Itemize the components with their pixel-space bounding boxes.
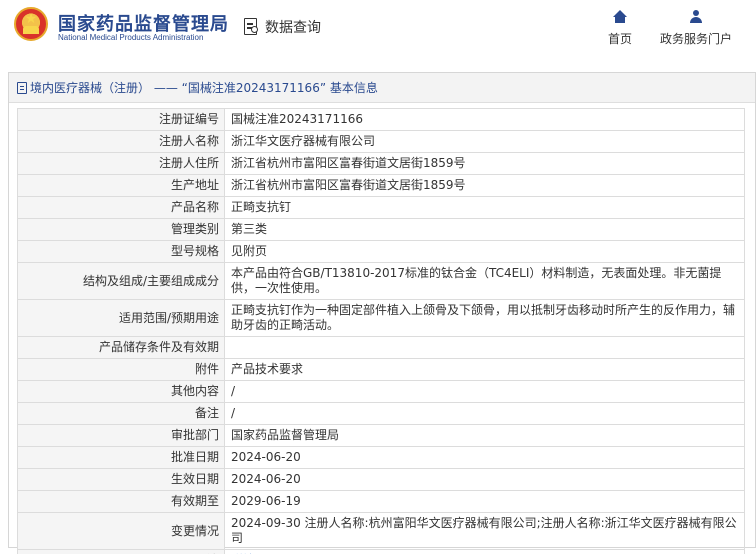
field-value: 正畸支抗钉 xyxy=(224,196,745,219)
field-label-note: 注 xyxy=(17,549,225,554)
field-label: 附件 xyxy=(17,358,225,381)
field-value: 浙江省杭州市富阳区富春街道文居街1859号 xyxy=(224,174,745,197)
field-label: 有效期至 xyxy=(17,490,225,513)
table-row-note: 注详情 xyxy=(17,549,745,554)
table-row: 附件 产品技术要求 xyxy=(17,358,745,381)
data-query-link[interactable]: 数据查询 xyxy=(244,17,321,37)
field-value: 浙江华文医疗器械有限公司 xyxy=(224,130,745,153)
field-label: 其他内容 xyxy=(17,380,225,403)
national-emblem-logo: ★ xyxy=(14,7,48,41)
nav-service-portal-label: 政务服务门户 xyxy=(659,32,732,46)
field-label: 产品储存条件及有效期 xyxy=(17,336,225,359)
nav-service-portal[interactable]: 政务服务门户 xyxy=(658,10,734,47)
field-label: 审批部门 xyxy=(17,424,225,447)
table-row: 备注 / xyxy=(17,402,745,425)
field-label: 备注 xyxy=(17,402,225,425)
field-value: 国家药品监督管理局 xyxy=(224,424,745,447)
field-label: 注册人住所 xyxy=(17,152,225,175)
document-search-icon xyxy=(244,18,261,36)
site-header: ★ 国家药品监督管理局 National Medical Products Ad… xyxy=(0,0,756,60)
table-row: 其他内容 / xyxy=(17,380,745,403)
field-label: 生效日期 xyxy=(17,468,225,491)
field-label: 注册人名称 xyxy=(17,130,225,153)
table-row: 批准日期 2024-06-20 xyxy=(17,446,745,469)
field-label: 型号规格 xyxy=(17,240,225,263)
detail-panel: 境内医疗器械（注册） —— “国械注准20243171166” 基本信息 注册证… xyxy=(8,72,756,554)
field-value: 2029-06-19 xyxy=(224,490,745,513)
field-value: 2024-06-20 xyxy=(224,468,745,491)
table-row: 管理类别 第三类 xyxy=(17,218,745,241)
user-icon xyxy=(689,10,703,24)
field-value: 第三类 xyxy=(224,218,745,241)
field-value: 见附页 xyxy=(224,240,745,263)
field-label: 生产地址 xyxy=(17,174,225,197)
table-row: 结构及组成/主要组成成分 本产品由符合GB/T13810-2017标准的钛合金（T… xyxy=(17,262,745,300)
field-value: 2024-09-30 注册人名称:杭州富阳华文医疗器械有限公司;注册人名称:浙江… xyxy=(224,512,745,550)
table-row: 注册人名称 浙江华文医疗器械有限公司 xyxy=(17,130,745,153)
table-row: 型号规格 见附页 xyxy=(17,240,745,263)
nav-home[interactable]: 首页 xyxy=(604,10,636,47)
field-value: 浙江省杭州市富阳区富春街道文居街1859号 xyxy=(224,152,745,175)
info-table: 注册证编号 国械注准20243171166 注册人名称 浙江华文医疗器械有限公司 注册人… xyxy=(17,108,745,554)
field-label: 结构及组成/主要组成成分 xyxy=(17,262,225,300)
nav-home-label: 首页 xyxy=(607,32,632,46)
field-value: 正畸支抗钉作为一种固定部件植入上颌骨及下颌骨，用以抵制牙齿移动时所产生的反作用力… xyxy=(224,299,745,337)
table-row: 审批部门 国家药品监督管理局 xyxy=(17,424,745,447)
field-label: 产品名称 xyxy=(17,196,225,219)
data-query-label: 数据查询 xyxy=(265,20,321,36)
table-row: 生产地址 浙江省杭州市富阳区富春街道文居街1859号 xyxy=(17,174,745,197)
field-label: 管理类别 xyxy=(17,218,225,241)
table-row: 产品储存条件及有效期 xyxy=(17,336,745,359)
field-value-note: 详情 xyxy=(224,549,745,554)
field-label: 适用范围/预期用途 xyxy=(17,299,225,337)
field-label: 批准日期 xyxy=(17,446,225,469)
table-row: 有效期至 2029-06-19 xyxy=(17,490,745,513)
field-value: 本产品由符合GB/T13810-2017标准的钛合金（TC4ELI）材料制造，无… xyxy=(224,262,745,300)
field-label: 变更情况 xyxy=(17,512,225,550)
field-value: / xyxy=(224,402,745,425)
table-row: 注册人住所 浙江省杭州市富阳区富春街道文居街1859号 xyxy=(17,152,745,175)
site-subtitle: National Medical Products Administration xyxy=(58,33,204,42)
table-row: 注册证编号 国械注准20243171166 xyxy=(17,108,745,131)
field-value xyxy=(224,336,745,359)
table-row: 适用范围/预期用途 正畸支抗钉作为一种固定部件植入上颌骨及下颌骨，用以抵制牙齿移动… xyxy=(17,299,745,337)
field-value: 产品技术要求 xyxy=(224,358,745,381)
field-value: / xyxy=(224,380,745,403)
table-row: 产品名称 正畸支抗钉 xyxy=(17,196,745,219)
table-row: 生效日期 2024-06-20 xyxy=(17,468,745,491)
table-row: 变更情况 2024-09-30 注册人名称:杭州富阳华文医疗器械有限公司;注册人名… xyxy=(17,512,745,550)
field-value: 2024-06-20 xyxy=(224,446,745,469)
home-icon xyxy=(613,10,627,24)
document-icon xyxy=(17,81,27,94)
panel-title: 境内医疗器械（注册） —— “国械注准20243171166” 基本信息 xyxy=(30,81,378,95)
panel-header: 境内医疗器械（注册） —— “国械注准20243171166” 基本信息 xyxy=(9,73,755,103)
field-value: 国械注准20243171166 xyxy=(224,108,745,131)
field-label: 注册证编号 xyxy=(17,108,225,131)
